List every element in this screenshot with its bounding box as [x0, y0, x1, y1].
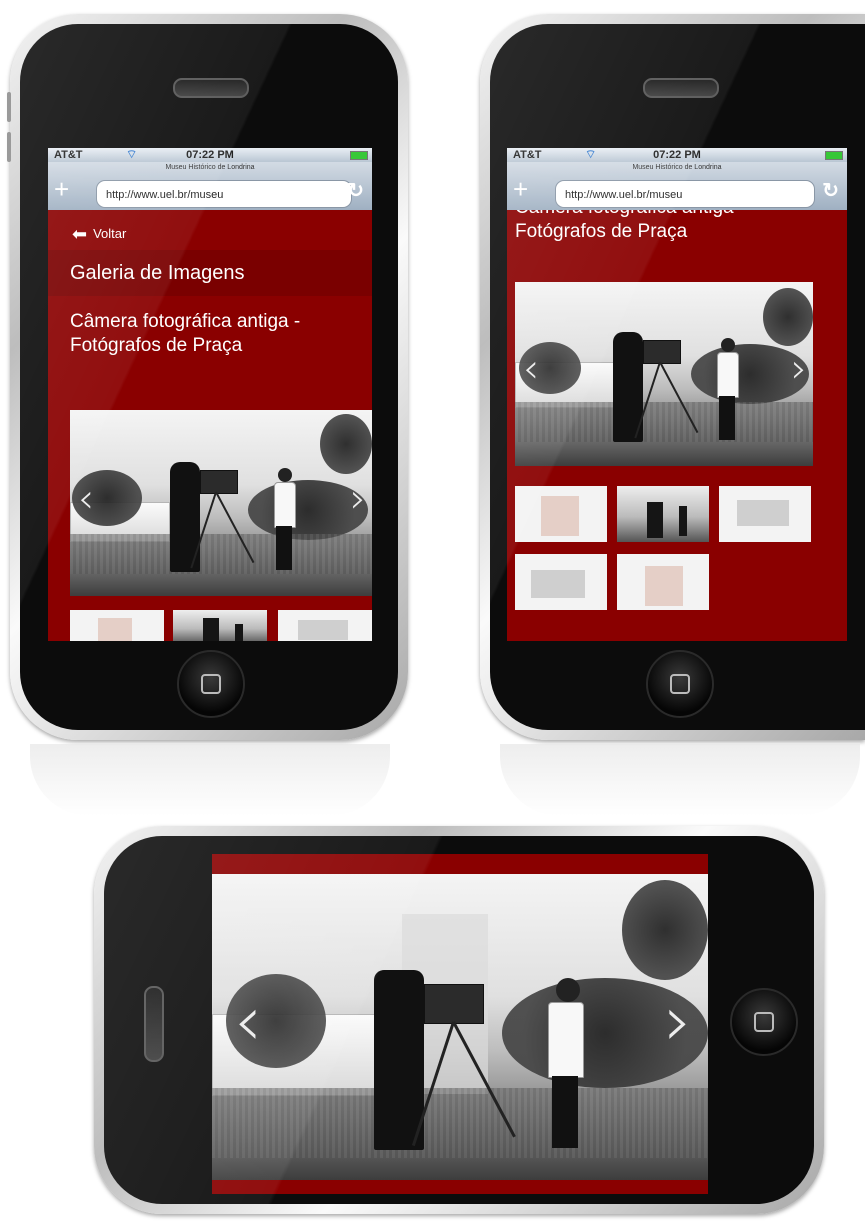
thumb-figure: [679, 506, 687, 536]
reload-icon[interactable]: ↻: [347, 178, 364, 203]
thumbnail-3[interactable]: [719, 486, 811, 542]
earpiece-speaker: [643, 78, 719, 98]
chevron-right-icon[interactable]: ›: [350, 476, 366, 522]
page-title: Museu Histórico de Londrina: [632, 164, 722, 171]
thumb-figure: [647, 502, 663, 538]
phone-bezel: ‹ ›: [104, 836, 814, 1204]
boy-shirt: [548, 1002, 584, 1078]
photo-caption: Câmera fotográfica antiga - Fotógrafos d…: [70, 310, 300, 358]
status-bar: AT&T ⌔ 07:22 PM: [48, 148, 372, 162]
thumb-figure-sketch: [737, 500, 789, 526]
thumb-camera-sketch: [645, 566, 683, 606]
boy-shirt: [274, 482, 296, 528]
fullscreen-photo[interactable]: ‹ ›: [212, 874, 708, 1180]
battery-icon: [825, 151, 843, 160]
boy-head: [556, 978, 580, 1002]
gallery-heading: Galeria de Imagens: [48, 250, 372, 296]
phone-bezel: AT&T ⌔ 07:22 PM Museu Histórico de Londr…: [490, 24, 865, 730]
thumbnail-5[interactable]: [617, 554, 709, 610]
url-field[interactable]: http://www.uel.br/museu: [96, 180, 352, 208]
home-button[interactable]: [730, 988, 798, 1056]
thumb-figure: [235, 624, 243, 641]
browser-url-bar: Museu Histórico de Londrina + http://www…: [507, 162, 847, 210]
gallery-photo[interactable]: ‹ ›: [515, 282, 813, 466]
screen: AT&T ⌔ 07:22 PM Museu Histórico de Londr…: [48, 148, 372, 641]
caption-line-2: Fotógrafos de Praça: [70, 335, 243, 356]
chevron-right-icon[interactable]: ›: [664, 980, 692, 1062]
thumbnail-1[interactable]: [515, 486, 607, 542]
photo-caption: Câmera fotográfica antiga - Fotógrafos d…: [515, 210, 745, 266]
gallery-photo[interactable]: ‹ ›: [70, 410, 372, 596]
chevron-left-icon[interactable]: ‹: [523, 346, 539, 392]
reload-icon[interactable]: ↻: [822, 178, 839, 203]
old-camera: [424, 984, 484, 1024]
phone-reflection: [500, 744, 860, 816]
thumbnail-2[interactable]: [617, 486, 709, 542]
volume-button: [7, 92, 11, 122]
battery-icon: [350, 151, 368, 160]
page-title: Museu Histórico de Londrina: [165, 164, 255, 171]
phone-reflection: [30, 744, 390, 816]
back-arrow-icon: ⬅: [72, 224, 88, 244]
phone-portrait-1: AT&T ⌔ 07:22 PM Museu Histórico de Londr…: [7, 14, 408, 740]
plus-icon[interactable]: +: [513, 176, 528, 202]
photo-ground: [515, 402, 813, 442]
chevron-left-icon[interactable]: ‹: [78, 476, 94, 522]
thumb-camera-sketch: [98, 618, 132, 641]
thumb-camera-sketch: [541, 496, 579, 536]
old-camera: [200, 470, 238, 494]
clock: 07:22 PM: [653, 149, 701, 161]
boy-legs: [276, 526, 292, 570]
chevron-left-icon[interactable]: ‹: [234, 980, 262, 1062]
screen: AT&T ⌔ 07:22 PM Museu Histórico de Londr…: [507, 148, 847, 641]
thumbnail-grid: [507, 476, 847, 616]
thumbnail-1[interactable]: [70, 610, 164, 641]
browser-url-bar: Museu Histórico de Londrina + http://www…: [48, 162, 372, 210]
home-button[interactable]: [177, 650, 245, 718]
thumbnail-4[interactable]: [515, 554, 607, 610]
photo-tree: [763, 288, 813, 346]
caption-line-1: Câmera fotográfica antiga -: [515, 210, 745, 220]
boy-head: [278, 468, 292, 482]
boy-shirt: [717, 352, 739, 398]
phone-landscape: ‹ ›: [94, 826, 824, 1214]
boy-legs: [552, 1076, 578, 1148]
photo-tree: [622, 880, 708, 980]
landscape-screen: ‹ ›: [212, 854, 708, 1194]
caption-line-1: Câmera fotográfica antiga -: [70, 311, 301, 332]
chevron-right-icon[interactable]: ›: [791, 346, 807, 392]
status-bar: AT&T ⌔ 07:22 PM: [507, 148, 847, 162]
photographer: [374, 970, 424, 1150]
home-button[interactable]: [646, 650, 714, 718]
boy-legs: [719, 396, 735, 440]
thumb-figure: [203, 618, 219, 641]
caption-line-2: Fotógrafos de Praça: [515, 221, 688, 242]
clock: 07:22 PM: [186, 149, 234, 161]
thumbnail-2[interactable]: [173, 610, 267, 641]
volume-button: [7, 132, 11, 162]
boy-head: [721, 338, 735, 352]
thumbnail-3[interactable]: [278, 610, 372, 641]
earpiece-speaker: [144, 986, 164, 1062]
photo-tree: [320, 414, 372, 474]
photo-ground: [212, 1088, 708, 1158]
thumb-figure-sketch: [531, 570, 585, 598]
phone-portrait-2: AT&T ⌔ 07:22 PM Museu Histórico de Londr…: [480, 14, 865, 740]
plus-icon[interactable]: +: [54, 176, 69, 202]
phone-bezel: AT&T ⌔ 07:22 PM Museu Histórico de Londr…: [20, 24, 398, 730]
thumbnail-strip: [48, 604, 372, 641]
back-label: Voltar: [93, 225, 127, 241]
photo-ground: [70, 534, 372, 574]
back-button[interactable]: ⬅ Voltar: [72, 224, 126, 245]
url-field[interactable]: http://www.uel.br/museu: [555, 180, 815, 208]
old-camera: [643, 340, 681, 364]
earpiece-speaker: [173, 78, 249, 98]
thumb-figure-sketch: [298, 620, 348, 640]
